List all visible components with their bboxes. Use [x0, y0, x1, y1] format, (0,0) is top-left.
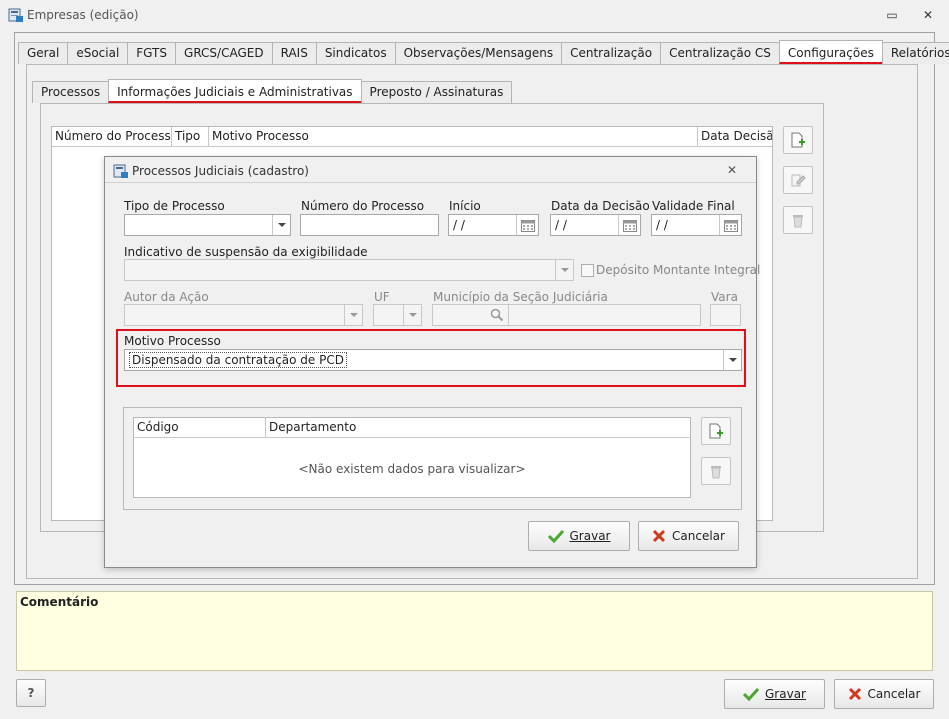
dialog-title: Processos Judiciais (cadastro) [132, 164, 309, 178]
footer-cancel-button[interactable]: Cancelar [834, 679, 934, 709]
tipo-processo-label: Tipo de Processo [124, 199, 225, 213]
tab-centralizacao-cs[interactable]: Centralização CS [660, 42, 780, 64]
motivo-value: Dispensado da contratação de PCD [129, 352, 347, 368]
subtab-preposto-assinaturas[interactable]: Preposto / Assinaturas [360, 81, 513, 103]
calendar-icon[interactable] [618, 215, 640, 235]
check-icon [547, 529, 564, 543]
dialog-save-button[interactable]: Gravar [528, 521, 630, 551]
tipo-processo-combo[interactable] [124, 214, 291, 236]
process-grid-header: Número do Processo Tipo Motivo Processo … [52, 127, 772, 147]
comment-label: Comentário [20, 595, 99, 609]
inicio-date-input[interactable]: / / [448, 214, 539, 236]
data-decisao-value: / / [555, 218, 567, 232]
data-decisao-date-input[interactable]: / / [550, 214, 641, 236]
footer-save-button[interactable]: Gravar [724, 679, 825, 709]
delete-process-button[interactable] [783, 206, 813, 234]
tab-observacoes[interactable]: Observações/Mensagens [394, 42, 563, 64]
dialog-title-bar: Processos Judiciais (cadastro) ✕ [105, 157, 756, 183]
col-data-decisao[interactable]: Data Decisão [698, 127, 772, 146]
autor-acao-label: Autor da Ação [124, 290, 209, 304]
tab-rais[interactable]: RAIS [271, 42, 317, 64]
calendar-icon[interactable] [719, 215, 741, 235]
comment-area[interactable]: Comentário [16, 591, 933, 671]
inicio-value: / / [453, 218, 465, 232]
col-numero-processo[interactable]: Número do Processo [52, 127, 172, 146]
help-button[interactable]: ? [16, 679, 46, 707]
add-document-icon [709, 423, 723, 439]
empty-grid-message: <Não existem dados para visualizar> [298, 462, 526, 476]
edit-document-icon [791, 174, 806, 187]
check-icon [743, 687, 759, 701]
indicativo-label: Indicativo de suspensão da exigibilidade [124, 245, 368, 259]
uf-combo[interactable] [373, 304, 422, 326]
tab-configuracoes[interactable]: Configurações [778, 40, 883, 64]
trash-icon [711, 466, 721, 479]
deposito-label: Depósito Montante Integral [596, 263, 761, 277]
window-title-bar: Empresas (edição) ▭ ✕ [0, 0, 949, 30]
autor-acao-combo[interactable] [124, 304, 363, 326]
footer-cancel-label: Cancelar [867, 687, 921, 701]
x-icon [848, 687, 861, 701]
close-icon[interactable]: ✕ [918, 6, 938, 24]
tab-fgts[interactable]: FGTS [127, 42, 177, 64]
app-icon [8, 8, 23, 22]
x-icon [652, 529, 666, 543]
validade-final-value: / / [656, 218, 668, 232]
delete-department-button[interactable] [701, 457, 731, 485]
tab-esocial[interactable]: eSocial [67, 42, 129, 64]
window-title: Empresas (edição) [27, 8, 139, 22]
tab-centralizacao[interactable]: Centralização [561, 42, 662, 64]
col-codigo[interactable]: Código [134, 418, 266, 437]
col-tipo[interactable]: Tipo [172, 127, 209, 146]
tab-relatorios[interactable]: Relatórios [881, 42, 949, 64]
municipio-label: Município da Seção Judiciária [433, 290, 608, 304]
departamento-grid[interactable]: Código Departamento <Não existem dados p… [133, 417, 691, 498]
numero-processo-label: Número do Processo [301, 199, 425, 213]
validade-final-label: Validade Final [652, 199, 735, 213]
vara-input[interactable] [710, 304, 741, 326]
data-decisao-label: Data da Decisão [551, 199, 650, 213]
vara-label: Vara [711, 290, 738, 304]
add-process-button[interactable] [783, 126, 813, 154]
uf-label: UF [374, 290, 390, 304]
validade-final-date-input[interactable]: / / [651, 214, 742, 236]
col-motivo-processo[interactable]: Motivo Processo [209, 127, 698, 146]
motivo-combo[interactable]: Dispensado da contratação de PCD [124, 349, 742, 371]
tab-sindicatos[interactable]: Sindicatos [315, 42, 396, 64]
edit-process-button[interactable] [783, 166, 813, 194]
calendar-icon[interactable] [516, 215, 538, 235]
chevron-down-icon[interactable] [403, 305, 421, 325]
chevron-down-icon[interactable] [272, 215, 290, 235]
dialog-cancel-button[interactable]: Cancelar [638, 521, 739, 551]
subtab-processos[interactable]: Processos [32, 81, 110, 103]
restore-icon[interactable]: ▭ [882, 6, 902, 24]
deposito-checkbox[interactable] [581, 264, 594, 277]
dialog-cancel-label: Cancelar [672, 529, 725, 543]
chevron-down-icon[interactable] [723, 350, 741, 370]
main-tabs: Geral eSocial FGTS GRCS/CAGED RAIS Sindi… [18, 40, 949, 64]
dialog-save-label: Gravar [569, 529, 611, 543]
processos-judiciais-dialog: Processos Judiciais (cadastro) ✕ Tipo de… [104, 156, 761, 568]
tab-grcs-caged[interactable]: GRCS/CAGED [175, 42, 273, 64]
add-department-button[interactable] [701, 417, 731, 445]
chevron-down-icon[interactable] [344, 305, 362, 325]
chevron-down-icon[interactable] [555, 260, 573, 280]
col-departamento[interactable]: Departamento [266, 418, 690, 437]
numero-processo-input[interactable] [300, 214, 439, 236]
dialog-app-icon [113, 164, 128, 178]
inicio-label: Início [449, 199, 481, 213]
subtab-informacoes-judiciais[interactable]: Informações Judiciais e Administrativas [108, 79, 362, 103]
footer-save-label: Gravar [765, 687, 806, 701]
municipio-code-input[interactable] [432, 304, 509, 326]
sub-tabs: Processos Informações Judiciais e Admini… [32, 79, 513, 103]
trash-icon [793, 215, 803, 228]
search-icon[interactable] [486, 305, 508, 325]
dialog-close-icon[interactable]: ✕ [727, 163, 737, 177]
tab-geral[interactable]: Geral [18, 42, 69, 64]
municipio-name-input[interactable] [508, 304, 701, 326]
indicativo-combo[interactable] [124, 259, 574, 281]
departamento-grid-header: Código Departamento [134, 418, 690, 438]
motivo-label: Motivo Processo [124, 334, 221, 348]
add-document-icon [791, 132, 805, 148]
